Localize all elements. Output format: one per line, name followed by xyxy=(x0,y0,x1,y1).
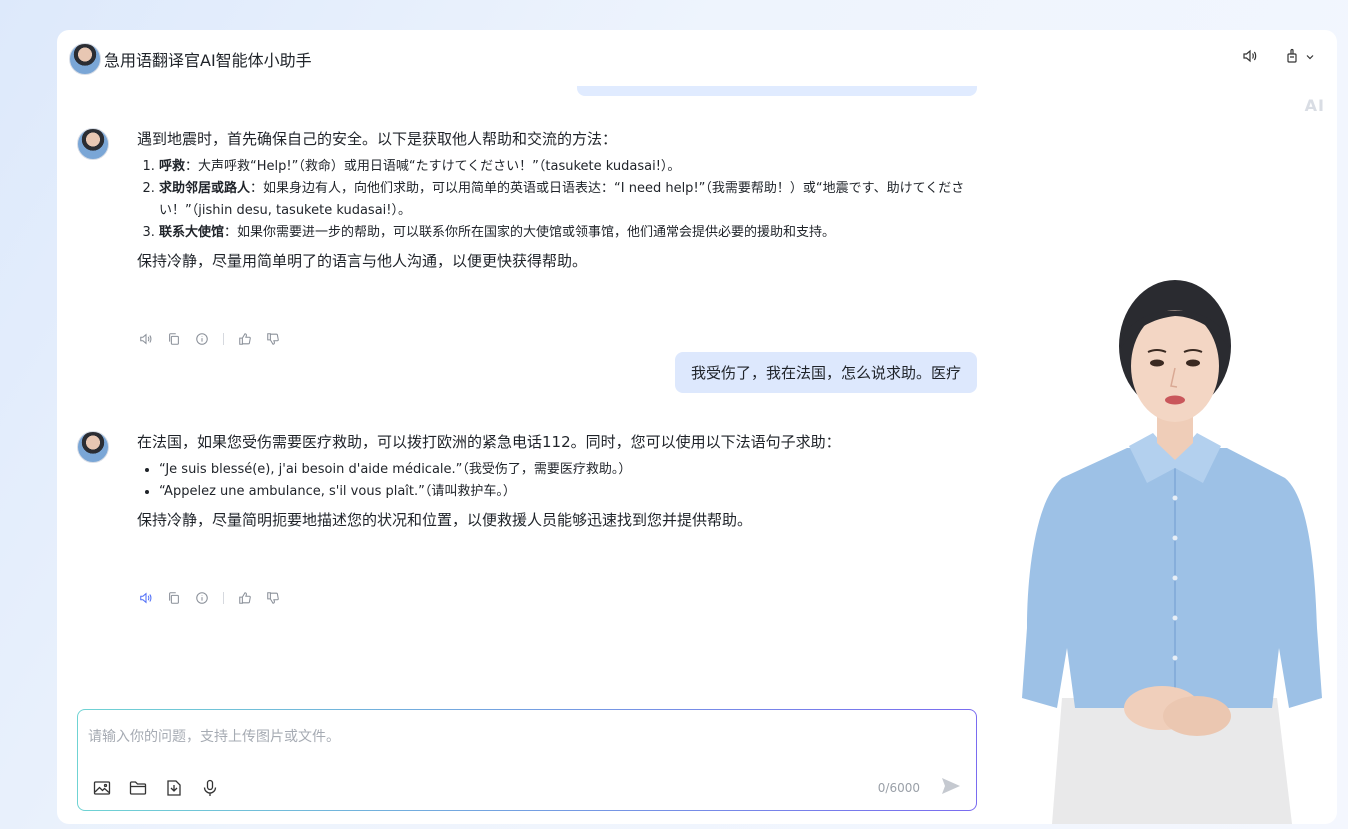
image-icon[interactable] xyxy=(92,778,112,798)
list-item-title: 联系大使馆 xyxy=(159,225,225,240)
speaker-toggle-button[interactable] xyxy=(1242,48,1258,68)
folder-icon[interactable] xyxy=(128,778,148,798)
copy-icon[interactable] xyxy=(167,332,181,346)
digital-human-avatar xyxy=(1017,268,1337,824)
input-toolbar xyxy=(92,778,220,798)
assistant-avatar xyxy=(69,43,101,75)
speaker-icon[interactable] xyxy=(139,591,153,605)
message-intro: 遇到地震时，首先确保自己的安全。以下是获取他人帮助和交流的方法： xyxy=(137,130,618,148)
send-icon[interactable] xyxy=(940,775,962,797)
previous-user-bubble xyxy=(577,86,977,96)
chat-window: 急用语翻译官AI智能体小助手 AI 遇到地震时，首先确保自己的安全。以下是获取他… xyxy=(57,30,1337,824)
thumbs-down-icon[interactable] xyxy=(266,591,280,605)
ai-watermark: AI xyxy=(1304,96,1325,115)
message-actions xyxy=(139,332,280,346)
assistant-avatar xyxy=(77,431,109,463)
info-icon[interactable] xyxy=(195,591,209,605)
list-item: “Je suis blessé(e), j'ai besoin d'aide m… xyxy=(159,459,977,481)
assistant-message: 遇到地震时，首先确保自己的安全。以下是获取他人帮助和交流的方法： 呼救：大声呼救… xyxy=(137,128,977,272)
file-icon[interactable] xyxy=(164,778,184,798)
microphone-icon[interactable] xyxy=(200,778,220,798)
message-outro: 保持冷静，尽量用简单明了的语言与他人沟通，以便更快获得帮助。 xyxy=(137,252,588,270)
divider xyxy=(223,592,224,604)
message-intro: 在法国，如果您受伤需要医疗救助，可以拨打欧洲的紧急电话112。同时，您可以使用以… xyxy=(137,433,841,451)
divider xyxy=(223,333,224,345)
list-item-title: 求助邻居或路人 xyxy=(159,181,251,196)
question-input[interactable] xyxy=(88,726,948,754)
thumbs-down-icon[interactable] xyxy=(266,332,280,346)
list-item: 求助邻居或路人：如果身边有人，向他们求助，可以用简单的英语或日语表达：“I ne… xyxy=(159,178,977,222)
list-item-text: ：如果你需要进一步的帮助，可以联系你所在国家的大使馆或领事馆，他们通常会提供必要… xyxy=(224,225,836,240)
info-icon[interactable] xyxy=(195,332,209,346)
message-actions xyxy=(139,591,280,605)
chat-input-box: 0/6000 xyxy=(77,709,977,811)
touch-icon xyxy=(1285,48,1301,68)
header: 急用语翻译官AI智能体小助手 xyxy=(57,30,1337,86)
help-method-list: 呼救：大声呼救“Help!”（救命）或用日语喊“たすけてください！”（tasuk… xyxy=(159,156,977,244)
chevron-down-icon xyxy=(1305,50,1315,66)
message-list[interactable]: 遇到地震时，首先确保自己的安全。以下是获取他人帮助和交流的方法： 呼救：大声呼救… xyxy=(57,86,987,696)
assistant-message: 在法国，如果您受伤需要医疗救助，可以拨打欧洲的紧急电话112。同时，您可以使用以… xyxy=(137,431,977,531)
speaker-icon[interactable] xyxy=(139,332,153,346)
message-outro: 保持冷静，尽量简明扼要地描述您的状况和位置，以便救援人员能够迅速找到您并提供帮助… xyxy=(137,511,753,529)
list-item-title: 呼救 xyxy=(159,159,186,174)
list-item-text: ：大声呼救“Help!”（救命）或用日语喊“たすけてください！”（tasuket… xyxy=(185,159,681,174)
list-item: 联系大使馆：如果你需要进一步的帮助，可以联系你所在国家的大使馆或领事馆，他们通常… xyxy=(159,222,977,244)
copy-icon[interactable] xyxy=(167,591,181,605)
list-item-text: ：如果身边有人，向他们求助，可以用简单的英语或日语表达：“I need help… xyxy=(159,181,965,218)
thumbs-up-icon[interactable] xyxy=(238,591,252,605)
mode-select-button[interactable] xyxy=(1285,48,1315,68)
thumbs-up-icon[interactable] xyxy=(238,332,252,346)
speaker-icon xyxy=(1242,48,1258,68)
character-counter: 0/6000 xyxy=(877,781,920,795)
list-item: “Appelez une ambulance, s'il vous plaît.… xyxy=(159,481,977,503)
user-message-bubble: 我受伤了，我在法国，怎么说求助。医疗 xyxy=(674,352,977,393)
list-item: 呼救：大声呼救“Help!”（救命）或用日语喊“たすけてください！”（tasuk… xyxy=(159,156,977,178)
assistant-avatar xyxy=(77,128,109,160)
phrase-list: “Je suis blessé(e), j'ai besoin d'aide m… xyxy=(159,459,977,503)
page-title: 急用语翻译官AI智能体小助手 xyxy=(104,51,312,70)
